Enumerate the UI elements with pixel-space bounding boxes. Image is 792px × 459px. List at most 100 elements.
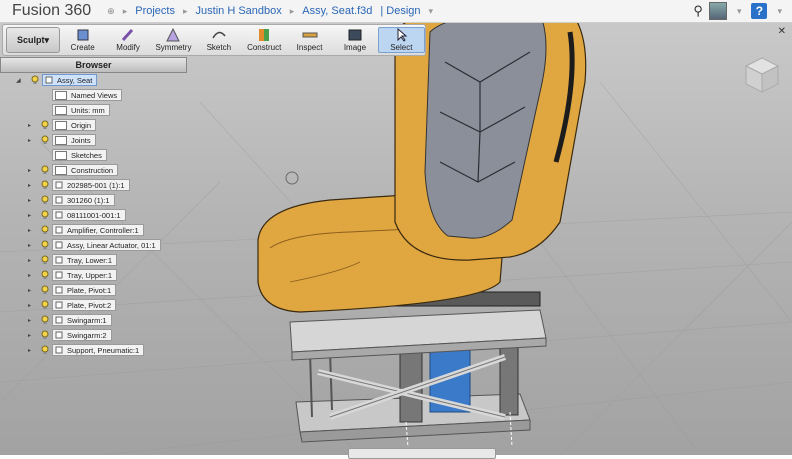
- expand-toggle-icon[interactable]: ▸: [28, 272, 31, 279]
- expand-toggle-icon[interactable]: ▸: [28, 332, 31, 339]
- viewcube[interactable]: [740, 52, 784, 96]
- tree-item-label: Support, Pneumatic:1: [67, 345, 140, 355]
- visibility-bulb-icon[interactable]: [40, 240, 49, 250]
- browser-item-swingarm-2[interactable]: Swingarm:2: [40, 329, 112, 341]
- help-icon[interactable]: ?: [751, 3, 768, 19]
- search-icon[interactable]: ⚲: [693, 3, 703, 19]
- expand-toggle-icon[interactable]: ▸: [28, 347, 31, 354]
- create-icon: [77, 29, 89, 41]
- expand-toggle-icon[interactable]: ◢: [16, 77, 21, 84]
- expand-toggle-icon[interactable]: ▸: [28, 287, 31, 294]
- tree-item-label: Origin: [71, 120, 92, 130]
- visibility-bulb-icon[interactable]: [40, 180, 49, 190]
- visibility-bulb-icon[interactable]: [40, 120, 49, 130]
- create-menu-button[interactable]: Create: [60, 28, 105, 52]
- breadcrumb-document[interactable]: Assy, Seat.f3d: [298, 5, 376, 17]
- navigation-bar[interactable]: [348, 448, 496, 459]
- expand-toggle-icon[interactable]: ▸: [28, 122, 31, 129]
- component-icon: [55, 196, 63, 204]
- browser-item-tray-lower-1[interactable]: Tray, Lower:1: [40, 254, 118, 266]
- visibility-bulb-icon[interactable]: [40, 345, 49, 355]
- browser-item-301260-1-1[interactable]: 301260 (1):1: [40, 194, 115, 206]
- visibility-bulb-icon[interactable]: [40, 195, 49, 205]
- browser-item-joints[interactable]: Joints: [40, 134, 96, 146]
- tree-item-label: Plate, Pivot:1: [67, 285, 112, 295]
- component-icon: [45, 76, 53, 84]
- visibility-bulb-icon[interactable]: [40, 225, 49, 235]
- browser-item-units-mm[interactable]: Units: mm: [40, 104, 110, 116]
- browser-header[interactable]: Browser: [0, 57, 187, 73]
- pivot-icon: [285, 171, 299, 185]
- inspect-menu-button[interactable]: Inspect: [287, 28, 332, 52]
- visibility-bulb-icon[interactable]: [40, 285, 49, 295]
- visibility-bulb-icon[interactable]: [40, 270, 49, 280]
- browser-item-support-pneumatic-1[interactable]: Support, Pneumatic:1: [40, 344, 145, 356]
- select-menu-button[interactable]: Select: [377, 27, 425, 53]
- sketch-menu-button[interactable]: Sketch: [196, 28, 241, 52]
- create-label: Create: [70, 43, 95, 52]
- expand-toggle-icon[interactable]: ▸: [28, 182, 31, 189]
- expand-toggle-icon[interactable]: ▸: [28, 167, 31, 174]
- app-title: Fusion 360: [12, 2, 92, 19]
- construct-icon: [259, 29, 270, 41]
- symmetry-menu-button[interactable]: Symmetry: [151, 28, 196, 52]
- sketch-label: Sketch: [206, 43, 232, 52]
- select-label: Select: [390, 43, 413, 52]
- expand-toggle-icon[interactable]: ▸: [28, 197, 31, 204]
- tree-item-box: Assy, Seat: [42, 74, 98, 86]
- tree-item-box: Origin: [52, 119, 97, 131]
- browser-item-amplifier-controller-1[interactable]: Amplifier, Controller:1: [40, 224, 144, 236]
- visibility-bulb-icon[interactable]: [40, 330, 49, 340]
- workspace-label[interactable]: | Design: [376, 5, 424, 17]
- browser-item-origin[interactable]: Origin: [40, 119, 97, 131]
- expand-toggle-icon[interactable]: ▸: [28, 212, 31, 219]
- browser-item-swingarm-1[interactable]: Swingarm:1: [40, 314, 112, 326]
- data-panel-toggle-icon[interactable]: ⊕: [107, 6, 115, 17]
- tree-item-box: Named Views: [52, 89, 123, 101]
- chevron-down-icon[interactable]: ▾: [429, 6, 434, 17]
- visibility-bulb-icon[interactable]: [40, 315, 49, 325]
- browser-item-plate-pivot-2[interactable]: Plate, Pivot:2: [40, 299, 117, 311]
- image-menu-button[interactable]: Image: [332, 28, 377, 52]
- tree-item-label: Assy, Seat: [57, 75, 93, 85]
- component-icon: [55, 226, 63, 234]
- expand-toggle-icon[interactable]: ▸: [28, 242, 31, 249]
- visibility-bulb-icon[interactable]: [30, 75, 39, 85]
- browser-item-construction[interactable]: Construction: [40, 164, 119, 176]
- browser-item-08111001-001-1[interactable]: 08111001-001:1: [40, 209, 126, 221]
- browser-item-tray-upper-1[interactable]: Tray, Upper:1: [40, 269, 118, 281]
- tree-item-box: Swingarm:1: [52, 314, 112, 326]
- browser-item-assy-linear-actuator-01-1[interactable]: Assy, Linear Actuator, 01:1: [40, 239, 161, 251]
- expand-toggle-icon[interactable]: ▸: [28, 257, 31, 264]
- chevron-down-icon[interactable]: ▾: [737, 6, 742, 17]
- browser-root-assy-seat[interactable]: Assy, Seat: [30, 74, 98, 86]
- browser-item-202985-001-1-1[interactable]: 202985-001 (1):1: [40, 179, 130, 191]
- visibility-bulb-icon[interactable]: [40, 300, 49, 310]
- visibility-bulb-icon[interactable]: [40, 135, 49, 145]
- seat-base-frame: [289, 309, 547, 448]
- tree-item-box: 301260 (1):1: [52, 194, 115, 206]
- construct-label: Construct: [247, 43, 282, 52]
- breadcrumb-project[interactable]: Justin H Sandbox: [192, 5, 286, 17]
- workspace-switcher-button[interactable]: Sculpt▾: [6, 27, 60, 53]
- browser-item-sketches[interactable]: Sketches: [40, 149, 107, 161]
- expand-toggle-icon[interactable]: ▸: [28, 227, 31, 234]
- breadcrumb-projects[interactable]: Projects: [131, 5, 179, 17]
- chevron-down-icon[interactable]: ▾: [777, 6, 782, 17]
- visibility-bulb-icon[interactable]: [40, 210, 49, 220]
- browser-item-named-views[interactable]: Named Views: [40, 89, 123, 101]
- tree-item-box: Tray, Lower:1: [52, 254, 118, 266]
- expand-toggle-icon[interactable]: ▸: [28, 137, 31, 144]
- user-avatar[interactable]: [708, 2, 727, 20]
- construct-menu-button[interactable]: Construct: [242, 28, 287, 52]
- expand-toggle-icon[interactable]: ▸: [28, 317, 31, 324]
- visibility-bulb-icon[interactable]: [40, 255, 49, 265]
- visibility-bulb-icon[interactable]: [40, 165, 49, 175]
- component-icon: [55, 256, 63, 264]
- tree-item-box: 08111001-001:1: [52, 209, 126, 221]
- expand-toggle-icon[interactable]: ▸: [28, 302, 31, 309]
- close-icon[interactable]: ✕: [778, 26, 786, 37]
- browser-title: Browser: [75, 60, 112, 70]
- browser-item-plate-pivot-1[interactable]: Plate, Pivot:1: [40, 284, 117, 296]
- modify-menu-button[interactable]: Modify: [105, 28, 150, 52]
